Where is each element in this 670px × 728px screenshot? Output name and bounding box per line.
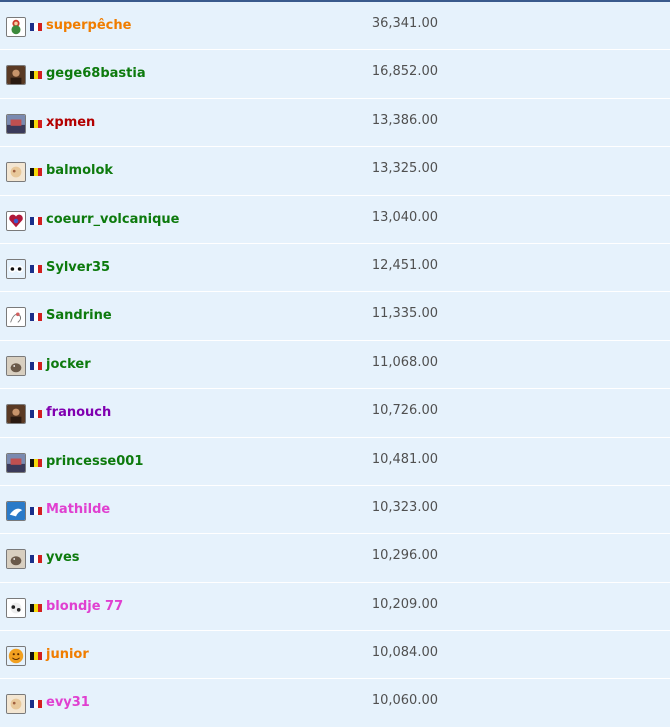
picture-avatar-icon[interactable] [6, 694, 26, 715]
france-flag-icon [30, 700, 42, 709]
username-link[interactable]: blondje 77 [46, 599, 123, 614]
ranking-row: coeurr_volcanique 13,040.00 [0, 196, 670, 244]
scene-avatar-icon[interactable] [6, 452, 26, 473]
ranking-row: blondje 77 10,209.00 [0, 583, 670, 632]
snowman-avatar-icon[interactable] [6, 17, 26, 37]
smiley-avatar-icon[interactable] [6, 646, 26, 667]
username-link[interactable]: Mathilde [46, 502, 110, 517]
score-value: 13,325.00 [371, 161, 438, 177]
ranking-row: Sylver35 12,451.00 [0, 244, 670, 293]
france-flag-icon [30, 264, 42, 273]
username-link[interactable]: gege68bastia [46, 66, 146, 81]
ranking-row: gege68bastia 16,852.00 [0, 50, 670, 99]
ranking-row: yves 10,296.00 [0, 534, 670, 583]
username-link[interactable]: balmolok [46, 163, 113, 178]
animal-avatar-icon[interactable] [6, 549, 26, 570]
belgium-flag-icon [30, 652, 42, 661]
ranking-list: superpêche 36,341.00 gege68bastia 16,852.00… [0, 2, 670, 728]
score-value: 10,060.00 [371, 693, 438, 709]
france-flag-icon [30, 555, 42, 564]
score-value: 10,296.00 [371, 548, 438, 564]
ranking-row: junior 10,084.00 [0, 631, 670, 680]
belgium-flag-icon [30, 119, 42, 128]
username-link[interactable]: jocker [46, 357, 91, 372]
bird-avatar-icon[interactable] [6, 500, 26, 521]
username-link[interactable]: evy31 [46, 695, 90, 710]
username-link[interactable]: junior [46, 647, 89, 662]
picture-avatar-icon[interactable] [6, 162, 26, 183]
france-flag-icon [30, 216, 42, 225]
username-link[interactable]: coeurr_volcanique [46, 212, 179, 227]
ranking-row: balmolok 13,325.00 [0, 147, 670, 196]
score-value: 16,852.00 [371, 64, 438, 80]
score-value: 10,084.00 [371, 645, 438, 661]
france-flag-icon [30, 410, 42, 419]
dog-avatar-icon[interactable] [6, 597, 26, 618]
username-link[interactable]: princesse001 [46, 454, 143, 469]
score-value: 10,726.00 [371, 403, 438, 419]
username-link[interactable]: Sandrine [46, 308, 112, 323]
portrait-avatar-icon[interactable] [6, 65, 26, 86]
ranking-row: princesse001 10,481.00 [0, 438, 670, 486]
ranking-row: evy31 10,060.00 [0, 679, 670, 728]
score-value: 13,040.00 [371, 209, 438, 225]
username-link[interactable]: superpêche [46, 18, 131, 33]
eyes-avatar-icon[interactable] [6, 258, 26, 279]
score-value: 10,323.00 [371, 499, 438, 515]
sketch-avatar-icon[interactable] [6, 307, 26, 328]
belgium-flag-icon [30, 458, 42, 467]
score-value: 11,335.00 [371, 306, 438, 322]
animal-avatar-icon[interactable] [6, 355, 26, 376]
ranking-row: franouch 10,726.00 [0, 389, 670, 438]
score-value: 36,341.00 [371, 16, 438, 31]
username-link[interactable]: yves [46, 550, 80, 565]
ranking-row: xpmen 13,386.00 [0, 99, 670, 148]
score-value: 11,068.00 [371, 354, 438, 370]
heart-avatar-icon[interactable] [6, 210, 26, 231]
belgium-flag-icon [30, 168, 42, 177]
belgium-flag-icon [30, 71, 42, 80]
france-flag-icon [30, 313, 42, 322]
portrait-avatar-icon[interactable] [6, 404, 26, 425]
score-value: 10,481.00 [371, 451, 438, 467]
belgium-flag-icon [30, 603, 42, 612]
scene-avatar-icon[interactable] [6, 113, 26, 134]
score-value: 13,386.00 [371, 112, 438, 128]
ranking-row: Mathilde 10,323.00 [0, 486, 670, 535]
username-link[interactable]: Sylver35 [46, 260, 110, 275]
ranking-row: jocker 11,068.00 [0, 341, 670, 390]
username-link[interactable]: xpmen [46, 115, 95, 130]
score-value: 10,209.00 [371, 596, 438, 612]
username-link[interactable]: franouch [46, 405, 111, 420]
ranking-row: superpêche 36,341.00 [0, 2, 670, 51]
france-flag-icon [30, 23, 42, 31]
score-value: 12,451.00 [371, 257, 438, 273]
france-flag-icon [30, 361, 42, 370]
ranking-row: Sandrine 11,335.00 [0, 292, 670, 341]
france-flag-icon [30, 506, 42, 515]
